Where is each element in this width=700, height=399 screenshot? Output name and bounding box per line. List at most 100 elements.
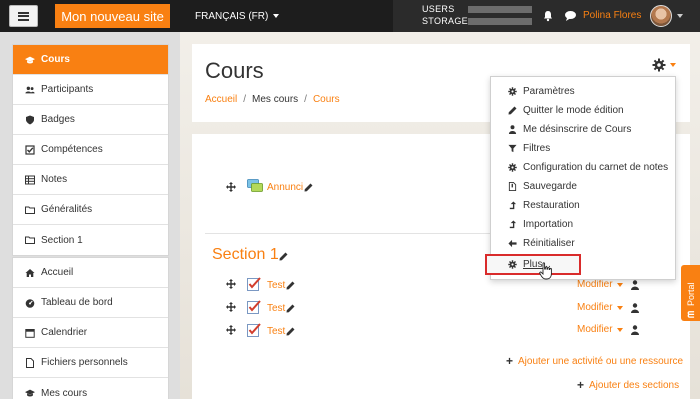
graduation-cap-icon bbox=[25, 56, 35, 63]
menu-item-desinscrire[interactable]: Me désinscrire de Cours bbox=[491, 120, 675, 139]
storage-label: STORAGE bbox=[422, 16, 468, 26]
nav-item-generalites[interactable]: Généralités bbox=[13, 195, 168, 225]
portal-tab-label[interactable]: Portal bbox=[684, 268, 698, 318]
nav-item-tableau-de-bord[interactable]: Tableau de bord bbox=[13, 288, 168, 318]
menu-item-importation[interactable]: Importation bbox=[491, 215, 675, 234]
pencil-icon[interactable] bbox=[279, 252, 288, 261]
move-icon[interactable] bbox=[226, 279, 236, 289]
quiz-icon bbox=[247, 300, 261, 314]
avatar[interactable] bbox=[650, 5, 672, 27]
user-icon[interactable] bbox=[631, 280, 639, 290]
gear-icon bbox=[652, 58, 666, 72]
pencil-icon[interactable] bbox=[304, 183, 313, 192]
nav-item-badges[interactable]: Badges bbox=[13, 105, 168, 135]
language-label: FRANÇAIS (FR) bbox=[195, 10, 269, 22]
menu-item-sauvegarde[interactable]: Sauvegarde bbox=[491, 177, 675, 196]
pencil-icon[interactable] bbox=[286, 304, 295, 313]
calendar-icon bbox=[25, 328, 35, 338]
activity-link-annunci[interactable]: Annunci bbox=[267, 182, 303, 193]
nav-item-label: Mes cours bbox=[41, 387, 88, 399]
user-menu-chevron-icon[interactable] bbox=[677, 14, 683, 18]
modifier-menu-button[interactable]: Modifier bbox=[577, 324, 623, 335]
file-archive-icon bbox=[508, 182, 517, 191]
add-activity-link[interactable]: + Ajouter une activité ou une ressource bbox=[506, 354, 683, 368]
nav-item-participants[interactable]: Participants bbox=[13, 75, 168, 105]
nav-item-label: Calendrier bbox=[41, 327, 88, 338]
site-nav: Accueil Tableau de bord Calendrier Fichi… bbox=[12, 257, 169, 399]
menu-item-label: Quitter le mode édition bbox=[523, 105, 624, 116]
nav-item-notes[interactable]: Notes bbox=[13, 165, 168, 195]
menu-item-plus[interactable]: Plus... bbox=[485, 254, 581, 275]
gear-icon bbox=[508, 260, 517, 269]
activity-link-test[interactable]: Test bbox=[267, 303, 285, 314]
folder-icon bbox=[25, 206, 35, 214]
level-up-icon bbox=[509, 220, 517, 229]
messages-chat-icon[interactable] bbox=[564, 10, 577, 22]
nav-item-label: Fichiers personnels bbox=[41, 357, 128, 368]
user-name[interactable]: Polina Flores bbox=[583, 10, 641, 21]
breadcrumb-cours[interactable]: Cours bbox=[313, 94, 340, 105]
quiz-icon bbox=[247, 323, 261, 337]
menu-item-reinitialiser[interactable]: Réinitialiser bbox=[491, 234, 675, 253]
user-icon bbox=[508, 125, 517, 134]
menu-item-label: Sauvegarde bbox=[523, 181, 577, 192]
level-up-icon bbox=[509, 201, 517, 210]
move-icon[interactable] bbox=[226, 182, 236, 192]
notifications-bell-icon[interactable] bbox=[542, 10, 554, 22]
course-nav: Cours Participants Badges Compétences No… bbox=[12, 44, 169, 256]
nav-item-calendrier[interactable]: Calendrier bbox=[13, 318, 168, 348]
forum-icon bbox=[247, 179, 263, 192]
nav-item-section-1[interactable]: Section 1 bbox=[13, 225, 168, 255]
language-menu[interactable]: FRANÇAIS (FR) bbox=[195, 0, 280, 32]
user-icon[interactable] bbox=[631, 325, 639, 335]
modifier-menu-button[interactable]: Modifier bbox=[577, 302, 623, 313]
pencil-icon[interactable] bbox=[286, 327, 295, 336]
move-icon[interactable] bbox=[226, 302, 236, 312]
arrow-left-icon bbox=[508, 239, 517, 248]
activity-link-test[interactable]: Test bbox=[267, 280, 285, 291]
menu-item-quitter-edition[interactable]: Quitter le mode édition bbox=[491, 101, 675, 120]
activity-link-test[interactable]: Test bbox=[267, 326, 285, 337]
menu-item-config-carnet[interactable]: Configuration du carnet de notes bbox=[491, 158, 675, 177]
modifier-menu-button[interactable]: Modifier bbox=[577, 279, 623, 290]
menu-item-restauration[interactable]: Restauration bbox=[491, 196, 675, 215]
section-title[interactable]: Section 1 bbox=[212, 246, 279, 264]
menu-item-label: Restauration bbox=[523, 200, 580, 211]
move-icon[interactable] bbox=[226, 325, 236, 335]
usage-meters: USERS STORAGE bbox=[422, 4, 532, 27]
breadcrumb-accueil[interactable]: Accueil bbox=[205, 94, 237, 105]
menu-item-parametres[interactable]: Paramètres bbox=[491, 82, 675, 101]
menu-item-filtres[interactable]: Filtres bbox=[491, 139, 675, 158]
menu-toggle-button[interactable] bbox=[9, 5, 38, 27]
chevron-down-icon bbox=[273, 14, 280, 18]
page-title: Cours bbox=[205, 58, 264, 83]
chevron-down-icon bbox=[616, 305, 623, 310]
nav-item-cours[interactable]: Cours bbox=[13, 45, 168, 75]
nav-item-competences[interactable]: Compétences bbox=[13, 135, 168, 165]
course-actions-menu-button[interactable] bbox=[652, 58, 676, 72]
menu-item-label: Réinitialiser bbox=[523, 238, 575, 249]
hand-pointer-cursor-icon bbox=[539, 262, 552, 280]
nav-item-label: Accueil bbox=[41, 267, 74, 278]
nav-item-label: Compétences bbox=[41, 144, 103, 155]
storage-progress-bar bbox=[468, 18, 532, 25]
site-name-link[interactable]: Mon nouveau site bbox=[55, 4, 170, 28]
nav-item-label: Notes bbox=[41, 174, 68, 185]
nav-item-label: Généralités bbox=[41, 204, 93, 215]
nav-item-accueil[interactable]: Accueil bbox=[13, 258, 168, 288]
nav-item-label: Cours bbox=[41, 54, 70, 65]
menu-item-label: Filtres bbox=[523, 143, 551, 154]
users-label: USERS bbox=[422, 4, 455, 14]
home-icon bbox=[25, 268, 35, 277]
chevron-down-icon bbox=[616, 327, 623, 332]
file-icon bbox=[26, 357, 34, 368]
add-sections-link[interactable]: + Ajouter des sections bbox=[577, 378, 679, 392]
breadcrumb-mes-cours[interactable]: Mes cours bbox=[252, 94, 298, 105]
nav-item-mes-cours[interactable]: Mes cours bbox=[13, 378, 168, 399]
user-icon[interactable] bbox=[631, 303, 639, 313]
users-icon bbox=[25, 86, 35, 93]
users-progress-bar bbox=[468, 6, 532, 13]
table-icon bbox=[25, 175, 35, 184]
nav-item-fichiers-personnels[interactable]: Fichiers personnels bbox=[13, 348, 168, 378]
pencil-icon[interactable] bbox=[286, 281, 295, 290]
